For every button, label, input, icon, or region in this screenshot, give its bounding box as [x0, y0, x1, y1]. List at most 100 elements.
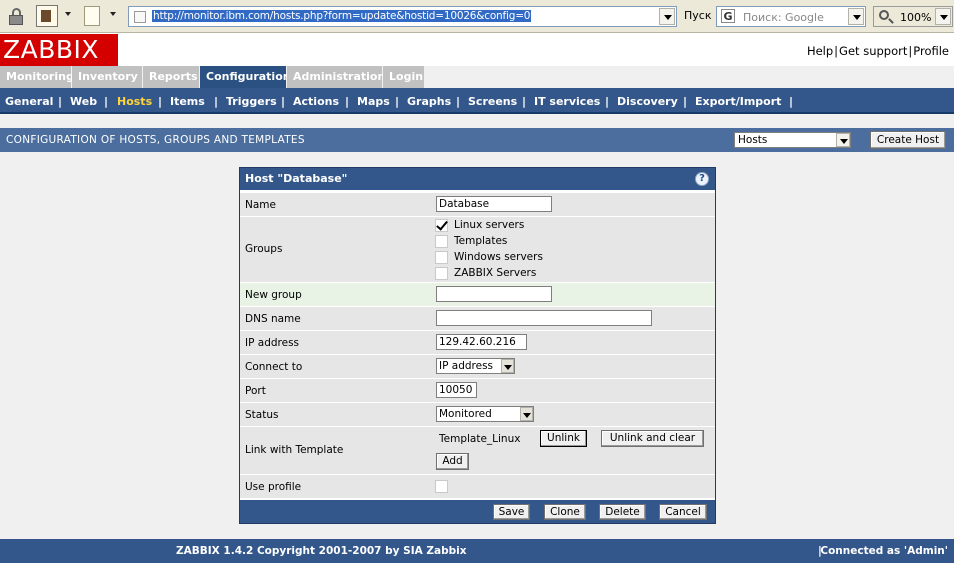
main-menu: Monitoring Inventory Reports Configurati…: [0, 66, 954, 88]
dns-input[interactable]: [436, 310, 652, 326]
status-select[interactable]: Monitored: [436, 406, 534, 422]
submenu-graphs[interactable]: Graphs: [407, 95, 451, 108]
group-checkbox-templates[interactable]: [435, 235, 448, 248]
submenu-export-import[interactable]: Export/Import: [695, 95, 781, 108]
connect-row: Connect to IP address: [240, 355, 715, 379]
page-footer: ZABBIX 1.4.2 Copyright 2001-2007 by SIA …: [0, 539, 954, 563]
delete-button[interactable]: Delete: [599, 504, 646, 520]
zoom-value: 100%: [900, 11, 932, 24]
chevron-down-icon[interactable]: [110, 12, 116, 16]
search-box[interactable]: G Поиск: Google: [716, 6, 866, 27]
lock-icon[interactable]: [6, 6, 26, 26]
menu-administration[interactable]: Administration: [287, 66, 385, 88]
submenu-separator: |: [214, 95, 219, 108]
ip-row: IP address 129.42.60.216: [240, 331, 715, 355]
status-row: Status Monitored: [240, 403, 715, 427]
status-select-value: Monitored: [439, 408, 492, 420]
submenu-triggers[interactable]: Triggers: [226, 95, 277, 108]
ip-input[interactable]: 129.42.60.216: [436, 334, 527, 350]
view-select[interactable]: Hosts: [734, 132, 851, 148]
submenu-separator: |: [395, 95, 400, 108]
menu-configuration[interactable]: Configuration: [200, 66, 291, 88]
submenu-separator: |: [789, 95, 794, 108]
status-label: Status: [245, 409, 279, 421]
google-icon[interactable]: G: [721, 9, 735, 23]
name-row: Name Database: [240, 193, 715, 217]
address-bar[interactable]: http://monitor.ibm.com/hosts.php?form=up…: [128, 6, 677, 27]
zabbix-logo: ZABBIX: [0, 34, 118, 66]
name-input[interactable]: Database: [436, 196, 552, 212]
go-button[interactable]: Пуск: [684, 9, 711, 22]
get-support-link[interactable]: Get support: [839, 44, 907, 58]
clone-button[interactable]: Clone: [544, 504, 586, 520]
host-form: Host "Database" ? Name Database Groups L…: [239, 167, 716, 524]
new-group-input[interactable]: [436, 286, 552, 302]
chevron-down-icon[interactable]: [520, 407, 533, 421]
port-label: Port: [245, 385, 266, 397]
unlink-button[interactable]: Unlink: [540, 430, 587, 447]
group-label-zabbix-servers: ZABBIX Servers: [454, 267, 537, 279]
menu-login[interactable]: Login: [383, 66, 424, 88]
profile-link[interactable]: Profile: [913, 44, 949, 58]
submenu-actions[interactable]: Actions: [293, 95, 339, 108]
form-title: Host "Database": [245, 172, 348, 185]
group-label-templates: Templates: [454, 235, 508, 247]
menu-monitoring[interactable]: Monitoring: [0, 66, 74, 88]
submenu-separator: |: [58, 95, 63, 108]
cancel-button[interactable]: Cancel: [659, 504, 707, 520]
new-group-row: New group: [240, 283, 715, 307]
page-title-bar: CONFIGURATION OF HOSTS, GROUPS AND TEMPL…: [0, 128, 954, 152]
submenu-separator: |: [104, 95, 109, 108]
page-favicon-icon: [134, 11, 146, 23]
help-icon[interactable]: ?: [695, 172, 709, 186]
url-text[interactable]: http://monitor.ibm.com/hosts.php?form=up…: [152, 10, 532, 22]
submenu-screens[interactable]: Screens: [468, 95, 517, 108]
save-button[interactable]: Save: [493, 504, 530, 520]
zoom-dropdown-button[interactable]: [935, 8, 951, 25]
submenu-web[interactable]: Web: [70, 95, 97, 108]
submenu-maps[interactable]: Maps: [357, 95, 390, 108]
connect-select[interactable]: IP address: [436, 358, 515, 374]
page-icon[interactable]: [84, 6, 100, 26]
chevron-down-icon[interactable]: [501, 359, 514, 373]
address-dropdown-button[interactable]: [659, 8, 675, 25]
submenu-hosts[interactable]: Hosts: [117, 95, 152, 108]
create-host-button[interactable]: Create Host: [870, 131, 946, 149]
name-label: Name: [245, 199, 276, 211]
submenu-separator: |: [522, 95, 527, 108]
browser-toolbar: http://monitor.ibm.com/hosts.php?form=up…: [0, 0, 954, 33]
chevron-down-icon[interactable]: [65, 12, 71, 16]
submenu-discovery[interactable]: Discovery: [617, 95, 678, 108]
group-label-windows-servers: Windows servers: [454, 251, 543, 263]
sub-menu: General | Web | Hosts | Items | Triggers…: [0, 88, 954, 114]
port-input[interactable]: 10050: [436, 382, 477, 398]
link-template-row: Link with Template Template_Linux Unlink…: [240, 427, 715, 475]
submenu-items[interactable]: Items: [170, 95, 205, 108]
use-profile-label: Use profile: [245, 481, 302, 493]
search-placeholder: Поиск: Google: [743, 11, 824, 24]
submenu-separator: |: [605, 95, 610, 108]
search-dropdown-button[interactable]: [848, 8, 864, 25]
top-links: Help|Get support|Profile: [807, 44, 949, 58]
submenu-general[interactable]: General: [5, 95, 53, 108]
chevron-down-icon[interactable]: [836, 133, 850, 147]
unlink-and-clear-button[interactable]: Unlink and clear: [601, 430, 704, 447]
add-template-button[interactable]: Add: [436, 453, 469, 470]
bookmarks-icon[interactable]: [36, 5, 58, 27]
zoom-control[interactable]: 100%: [873, 6, 953, 27]
form-header: Host "Database" ?: [240, 168, 715, 190]
group-checkbox-zabbix-servers[interactable]: [435, 267, 448, 280]
submenu-it-services[interactable]: IT services: [534, 95, 600, 108]
help-link[interactable]: Help: [807, 44, 833, 58]
dns-label: DNS name: [245, 313, 301, 325]
menu-inventory[interactable]: Inventory: [72, 66, 142, 88]
connect-select-value: IP address: [439, 360, 494, 372]
page-title: CONFIGURATION OF HOSTS, GROUPS AND TEMPL…: [6, 134, 305, 146]
menu-reports[interactable]: Reports: [143, 66, 199, 88]
submenu-separator: |: [683, 95, 688, 108]
use-profile-checkbox[interactable]: [435, 480, 448, 493]
group-checkbox-windows-servers[interactable]: [435, 251, 448, 264]
group-label-linux-servers: Linux servers: [454, 219, 525, 231]
group-checkbox-linux-servers[interactable]: [435, 219, 448, 232]
groups-row: Groups Linux servers Templates Windows s…: [240, 217, 715, 283]
